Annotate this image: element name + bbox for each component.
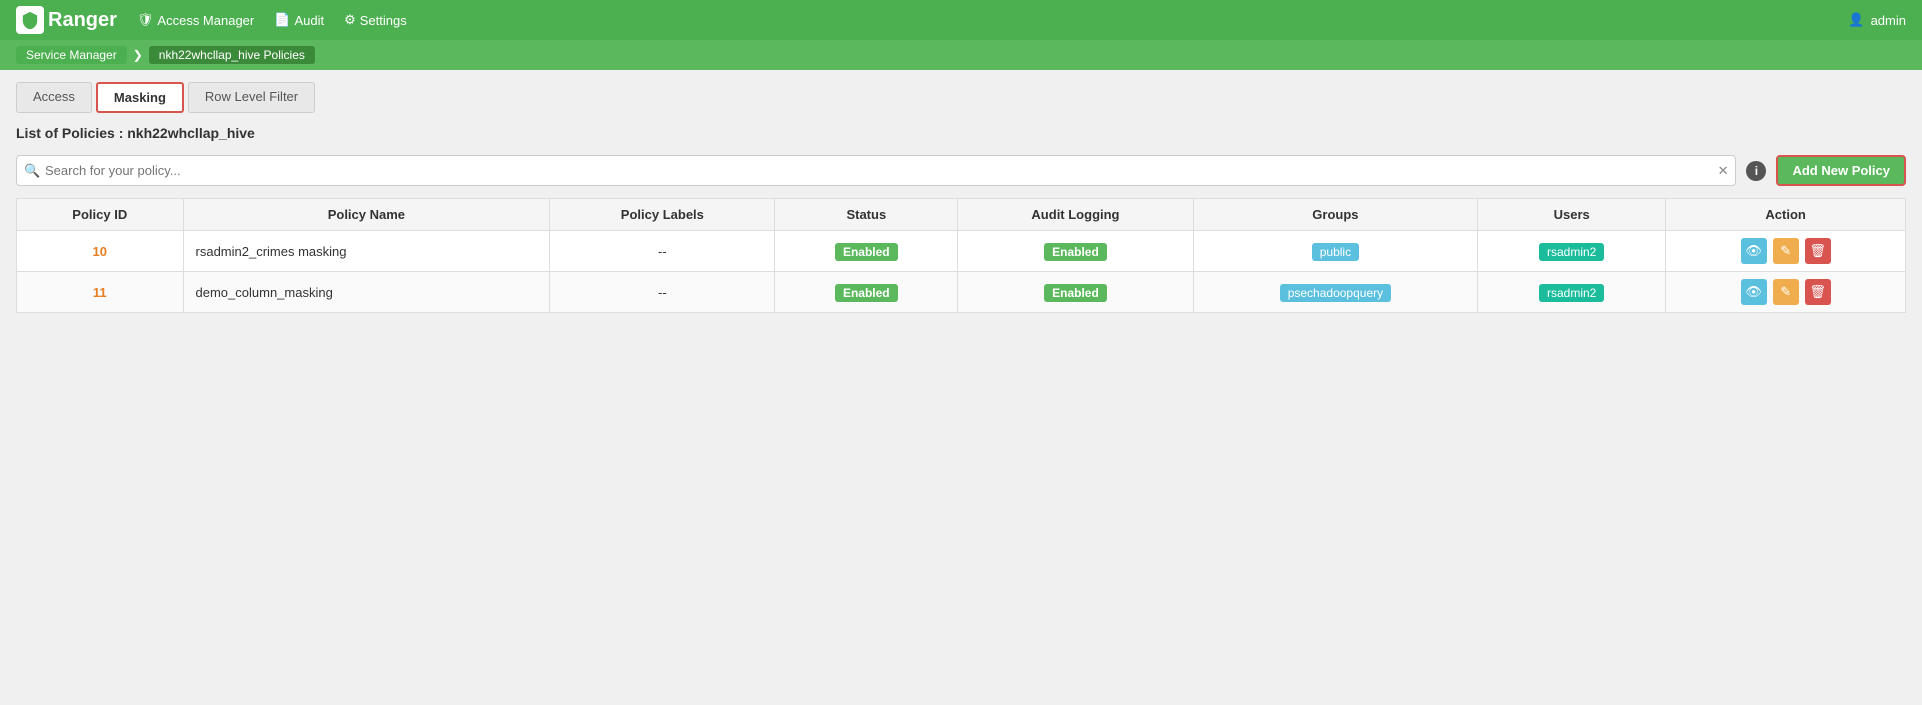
delete-policy-button[interactable]: 🗑	[1805, 279, 1831, 305]
user-badge: rsadmin2	[1539, 243, 1604, 261]
search-icon: 🔍	[24, 163, 40, 179]
tab-access[interactable]: Access	[16, 82, 92, 113]
policy-tabs: Access Masking Row Level Filter	[16, 82, 1906, 113]
policy-labels-cell: --	[550, 272, 775, 313]
nav-access-manager[interactable]: 🛡 Access Manager	[137, 12, 254, 28]
user-badge: rsadmin2	[1539, 284, 1604, 302]
view-policy-button[interactable]: 👁	[1741, 238, 1767, 264]
search-input[interactable]	[16, 155, 1736, 186]
breadcrumb-service-manager[interactable]: Service Manager	[16, 46, 127, 64]
policy-id-link[interactable]: 10	[93, 244, 107, 259]
policy-name-cell: rsadmin2_crimes masking	[183, 231, 550, 272]
brand-name: Ranger	[48, 9, 117, 32]
edit-policy-button[interactable]: ✎	[1773, 279, 1799, 305]
policy-name-cell: demo_column_masking	[183, 272, 550, 313]
policy-groups-cell: public	[1193, 231, 1477, 272]
search-wrap: 🔍 ✕	[16, 155, 1736, 186]
clear-search-icon[interactable]: ✕	[1718, 163, 1729, 179]
content-area: Access Masking Row Level Filter List of …	[0, 70, 1922, 325]
tab-row-level-filter[interactable]: Row Level Filter	[188, 82, 315, 113]
policy-users-cell: rsadmin2	[1478, 272, 1666, 313]
policy-status-cell: Enabled	[775, 272, 958, 313]
delete-policy-button[interactable]: 🗑	[1805, 238, 1831, 264]
audit-badge: Enabled	[1044, 284, 1107, 302]
col-action: Action	[1666, 199, 1906, 231]
nav-audit[interactable]: 📄 Audit	[274, 12, 324, 28]
policy-action-cell: 👁 ✎ 🗑	[1666, 231, 1906, 272]
group-badge: psechadoopquery	[1280, 284, 1391, 302]
col-policy-name: Policy Name	[183, 199, 550, 231]
table-row: 11 demo_column_masking -- Enabled Enable…	[17, 272, 1906, 313]
col-users: Users	[1478, 199, 1666, 231]
brand: Ranger	[16, 6, 117, 34]
breadcrumb-arrow: ❯	[133, 48, 143, 62]
policy-audit-cell: Enabled	[958, 272, 1194, 313]
policy-audit-cell: Enabled	[958, 231, 1194, 272]
table-header-row: Policy ID Policy Name Policy Labels Stat…	[17, 199, 1906, 231]
user-section: 👤 admin	[1848, 12, 1906, 28]
policy-id-link[interactable]: 11	[93, 285, 107, 300]
nav-settings[interactable]: ⚙ Settings	[344, 12, 407, 28]
col-policy-id: Policy ID	[17, 199, 184, 231]
gear-nav-icon: ⚙	[344, 12, 356, 28]
audit-badge: Enabled	[1044, 243, 1107, 261]
col-audit-logging: Audit Logging	[958, 199, 1194, 231]
status-badge: Enabled	[835, 284, 898, 302]
page-title: List of Policies : nkh22whcllap_hive	[16, 125, 1906, 141]
user-icon: 👤	[1848, 12, 1864, 28]
group-badge: public	[1312, 243, 1359, 261]
ranger-logo-icon	[21, 11, 39, 29]
info-icon[interactable]: i	[1746, 161, 1766, 181]
brand-icon	[16, 6, 44, 34]
navbar-left: Ranger 🛡 Access Manager 📄 Audit ⚙ Settin…	[16, 6, 407, 34]
table-row: 10 rsadmin2_crimes masking -- Enabled En…	[17, 231, 1906, 272]
policy-action-cell: 👁 ✎ 🗑	[1666, 272, 1906, 313]
add-new-policy-button[interactable]: Add New Policy	[1776, 155, 1906, 186]
file-nav-icon: 📄	[274, 12, 290, 28]
status-badge: Enabled	[835, 243, 898, 261]
breadcrumb-current-policy[interactable]: nkh22whcllap_hive Policies	[149, 46, 315, 64]
policy-users-cell: rsadmin2	[1478, 231, 1666, 272]
policy-groups-cell: psechadoopquery	[1193, 272, 1477, 313]
shield-nav-icon: 🛡	[137, 12, 154, 28]
action-icons: 👁 ✎ 🗑	[1678, 238, 1893, 264]
policy-id-cell: 10	[17, 231, 184, 272]
policy-status-cell: Enabled	[775, 231, 958, 272]
col-groups: Groups	[1193, 199, 1477, 231]
breadcrumb: Service Manager ❯ nkh22whcllap_hive Poli…	[0, 40, 1922, 70]
policy-labels-cell: --	[550, 231, 775, 272]
table-header: Policy ID Policy Name Policy Labels Stat…	[17, 199, 1906, 231]
view-policy-button[interactable]: 👁	[1741, 279, 1767, 305]
navbar: Ranger 🛡 Access Manager 📄 Audit ⚙ Settin…	[0, 0, 1922, 40]
tab-masking[interactable]: Masking	[96, 82, 184, 113]
policy-id-cell: 11	[17, 272, 184, 313]
username: admin	[1871, 13, 1906, 28]
action-icons: 👁 ✎ 🗑	[1678, 279, 1893, 305]
edit-policy-button[interactable]: ✎	[1773, 238, 1799, 264]
col-policy-labels: Policy Labels	[550, 199, 775, 231]
search-container: 🔍 ✕ i Add New Policy	[16, 155, 1906, 186]
policy-table: Policy ID Policy Name Policy Labels Stat…	[16, 198, 1906, 313]
col-status: Status	[775, 199, 958, 231]
table-body: 10 rsadmin2_crimes masking -- Enabled En…	[17, 231, 1906, 313]
